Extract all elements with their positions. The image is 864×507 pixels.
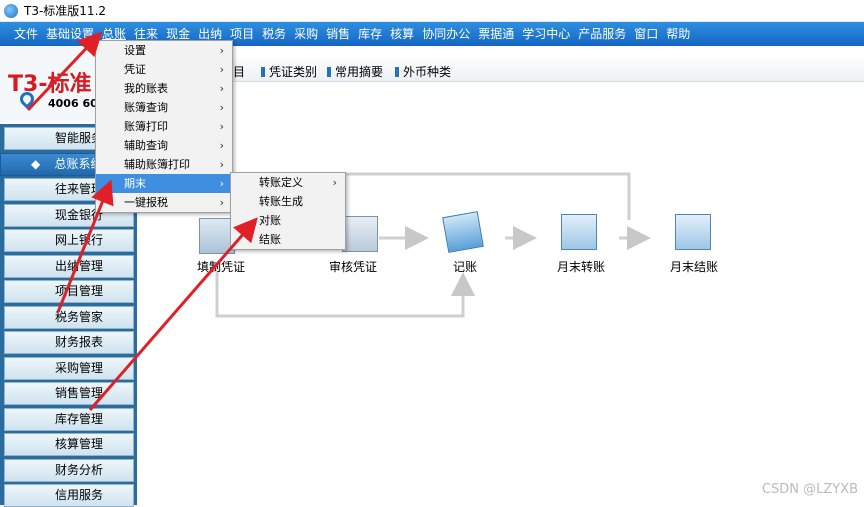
menu-item-label: 一键报税 — [124, 196, 168, 209]
menu-item[interactable]: 窗口 — [630, 22, 662, 46]
chevron-right-icon: › — [219, 63, 224, 76]
post-ledger-icon[interactable] — [442, 211, 484, 253]
menu-item-label: 凭证 — [124, 63, 146, 76]
menu-item-label: 账簿打印 — [124, 120, 168, 133]
node-month-end-transfer[interactable]: 月末转账 — [557, 258, 605, 275]
menu-item-label: 辅助账簿打印 — [124, 158, 190, 171]
nav-item[interactable]: 采购管理 — [4, 357, 134, 380]
nav-item[interactable]: 出纳管理 — [4, 255, 134, 278]
menu-item[interactable]: 文件 — [10, 22, 42, 46]
logo-brand: T3-标准 — [8, 72, 92, 97]
watermark: CSDN @LZYXB — [761, 482, 858, 497]
nav-item[interactable]: 核算管理 — [4, 433, 134, 456]
nav-item-label: 信用服务 — [54, 488, 103, 502]
menu-item[interactable]: 销售 — [322, 22, 354, 46]
nav-item[interactable]: 库存管理 — [4, 408, 134, 431]
nav-item-label: 财务报表 — [54, 335, 103, 349]
main-content: 目 凭证类别 常用摘要 外币种类 填制凭证 审核凭证 记账 月末转账 月末结账 — [137, 46, 864, 505]
nav-item-label: 税务管家 — [54, 310, 103, 324]
chevron-right-icon: › — [219, 196, 224, 209]
menu-item[interactable]: 对账 — [231, 211, 345, 230]
menu-item[interactable]: 采购 — [290, 22, 322, 46]
chevron-right-icon: › — [219, 158, 224, 171]
period-end-submenu: 转账定义 › 转账生成对账结账 — [230, 172, 346, 250]
nav-item-label: 核算管理 — [54, 437, 103, 451]
menu-item[interactable]: 库存 — [354, 22, 386, 46]
title-bar: T3-标准版11.2 — [0, 0, 864, 22]
menu-item[interactable]: 税务 — [258, 22, 290, 46]
menu-item[interactable]: 基础设置 — [42, 22, 98, 46]
nav-item[interactable]: 项目管理 — [4, 280, 134, 303]
nav-item[interactable]: 网上银行 — [4, 229, 134, 252]
menu-item[interactable]: 辅助账簿打印 › — [96, 155, 232, 174]
menu-item[interactable]: 转账定义 › — [231, 173, 345, 192]
menu-item-label: 对账 — [259, 214, 281, 227]
node-fill-voucher[interactable]: 填制凭证 — [197, 258, 245, 275]
chevron-right-icon: › — [219, 177, 224, 190]
chevron-right-icon: › — [219, 101, 224, 114]
nav-item-label: 财务分析 — [54, 463, 103, 477]
node-post-ledger[interactable]: 记账 — [453, 258, 477, 275]
app-icon — [4, 3, 18, 18]
logo: T3-标准 — [8, 66, 91, 98]
node-month-end-close[interactable]: 月末结账 — [670, 258, 718, 275]
chevron-right-icon: › — [219, 82, 224, 95]
menu-item[interactable]: 产品服务 — [574, 22, 630, 46]
nav-item-label: 销售管理 — [54, 386, 103, 400]
month-end-transfer-icon[interactable] — [561, 214, 597, 250]
chevron-right-icon: › — [332, 176, 337, 189]
menu-item[interactable]: 帮助 — [662, 22, 694, 46]
nav-item-label: 项目管理 — [54, 284, 103, 298]
menu-item-label: 转账定义 — [259, 176, 303, 189]
menu-item[interactable]: 票据通 — [474, 22, 518, 46]
menu-item[interactable]: 一键报税 › — [96, 193, 232, 212]
menu-item[interactable]: 转账生成 — [231, 192, 345, 211]
audit-voucher-icon[interactable] — [342, 216, 378, 252]
menu-item-label: 期末 — [124, 177, 146, 190]
menu-item-label: 设置 — [124, 44, 146, 57]
menu-item[interactable]: 期末 › — [96, 174, 232, 193]
menu-item[interactable]: 协同办公 — [418, 22, 474, 46]
nav-item-label: 库存管理 — [54, 412, 103, 426]
menu-item-label: 辅助查询 — [124, 139, 168, 152]
ledger-dropdown-menu: 设置 › 凭证 › 我的账表 › 账簿查询 › 账簿打印 › 辅助查询 › 辅助账簿打印 › 期末 › 一键报税… — [95, 40, 233, 213]
nav-item[interactable]: 销售管理 — [4, 382, 134, 405]
chevron-right-icon: › — [219, 44, 224, 57]
menu-item[interactable]: 结账 — [231, 230, 345, 249]
flow-diagram — [215, 172, 651, 318]
window-title: T3-标准版11.2 — [24, 4, 107, 18]
menu-item-label: 账簿查询 — [124, 101, 168, 114]
menu-item[interactable]: 设置 › — [96, 41, 232, 60]
nav-item-label: 采购管理 — [54, 361, 103, 375]
chevron-right-icon: › — [219, 139, 224, 152]
menu-item-label: 结账 — [259, 233, 281, 246]
menu-item[interactable]: 辅助查询 › — [96, 136, 232, 155]
menu-item[interactable]: 核算 — [386, 22, 418, 46]
menu-item[interactable]: 账簿查询 › — [96, 98, 232, 117]
nav-item[interactable]: 财务报表 — [4, 331, 134, 354]
nav-item[interactable]: 信用服务 — [4, 484, 134, 507]
menu-item[interactable]: 账簿打印 › — [96, 117, 232, 136]
menu-item[interactable]: 学习中心 — [518, 22, 574, 46]
nav-selected-bullet: ◆ — [31, 157, 41, 171]
nav-item-label: 出纳管理 — [54, 259, 103, 273]
nav-item[interactable]: 税务管家 — [4, 306, 134, 329]
month-end-close-icon[interactable] — [675, 214, 711, 250]
nav-item[interactable]: 财务分析 — [4, 459, 134, 482]
nav-item-label: 网上银行 — [54, 233, 103, 247]
menu-item[interactable]: 凭证 › — [96, 60, 232, 79]
menu-item-label: 转账生成 — [259, 195, 303, 208]
phone-number: 4006 60 — [48, 97, 98, 110]
node-audit-voucher[interactable]: 审核凭证 — [329, 258, 377, 275]
menu-item-label: 我的账表 — [124, 82, 168, 95]
chevron-right-icon: › — [219, 120, 224, 133]
menu-item[interactable]: 我的账表 › — [96, 79, 232, 98]
